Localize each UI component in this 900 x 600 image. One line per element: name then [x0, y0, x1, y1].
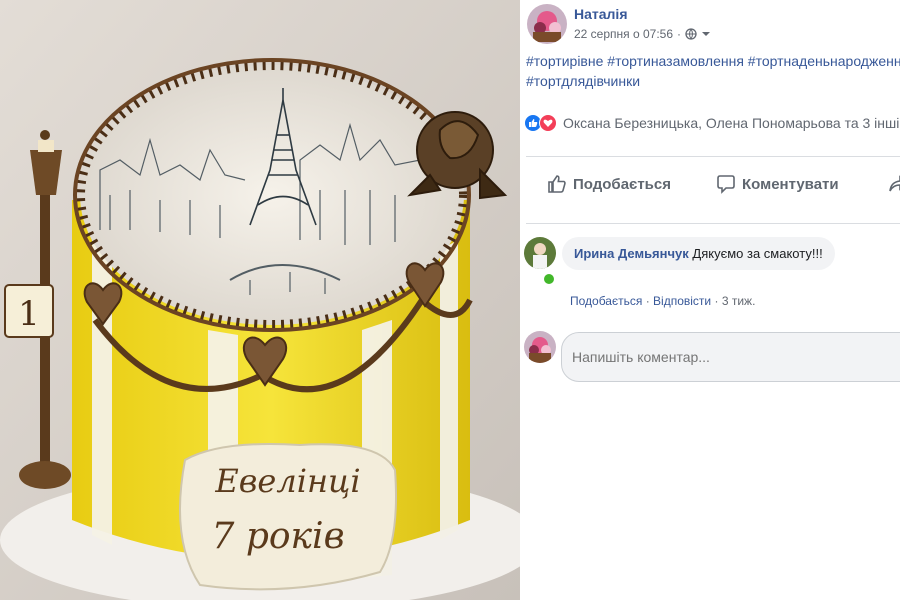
author-avatar[interactable] [527, 4, 567, 44]
comment-bubble: Ирина Демьянчук Дякуємо за смакоту!!! [562, 237, 835, 270]
love-reaction-icon [539, 114, 557, 132]
post-hashtags: #тортирівне #тортиназамовлення #тортнаде… [526, 51, 900, 91]
separator-dot: · [714, 294, 722, 308]
plaque-line-1: Евелінці [214, 462, 360, 500]
post-date[interactable]: 22 серпня о 07:56 [574, 27, 673, 41]
plaque-line-2: 7 років [211, 516, 344, 557]
thumbs-up-icon [548, 175, 566, 193]
separator-dot: · [677, 27, 682, 41]
current-user-avatar[interactable] [524, 331, 556, 363]
like-label: Подобається [573, 175, 671, 193]
hashtag-line[interactable]: #тортирівне #тортиназамовлення #тортнаде… [526, 51, 900, 71]
hashtag-line[interactable]: #тортдлядівчинки [526, 71, 900, 91]
commenter-avatar[interactable] [524, 237, 556, 269]
reactions-text[interactable]: Оксана Березницька, Олена Пономарьова та… [563, 115, 900, 131]
avatar-image [524, 331, 556, 363]
comment-time[interactable]: 3 тиж. [722, 294, 756, 308]
commenter-name[interactable]: Ирина Демьянчук [574, 246, 689, 261]
comment-like-link[interactable]: Подобається [570, 294, 642, 308]
avatar-image [524, 237, 556, 269]
like-button[interactable]: Подобається [547, 174, 671, 194]
comment-icon [717, 175, 735, 194]
comment-input[interactable] [561, 332, 900, 382]
post-meta: 22 серпня о 07:56 · [574, 27, 711, 41]
globe-icon [685, 28, 697, 40]
separator-dot: · [645, 294, 654, 308]
comment-actions: Подобається · Відповісти · 3 тиж. [570, 294, 755, 308]
reactions-summary[interactable]: Оксана Березницька, Олена Пономарьова та… [524, 114, 900, 132]
online-indicator [542, 272, 556, 286]
share-button[interactable] [888, 174, 900, 194]
post-photo[interactable]: 1 Евелінці 7 років [0, 0, 520, 600]
comment-reply-link[interactable]: Відповісти [653, 294, 711, 308]
comment-label: Коментувати [742, 175, 839, 193]
divider [526, 223, 900, 224]
share-icon [889, 175, 900, 192]
chevron-down-icon[interactable] [701, 30, 711, 38]
comment-text: Дякуємо за смакоту!!! [692, 246, 823, 261]
post-sidebar: Наталія 22 серпня о 07:56 · #тортирівне … [520, 0, 900, 600]
comment-button[interactable]: Коментувати [716, 174, 839, 194]
number-tag-text: 1 [18, 294, 40, 334]
author-name[interactable]: Наталія [574, 6, 628, 22]
divider [526, 156, 900, 157]
avatar-image [527, 4, 567, 44]
cake-illustration: 1 Евелінці 7 років [0, 0, 520, 600]
